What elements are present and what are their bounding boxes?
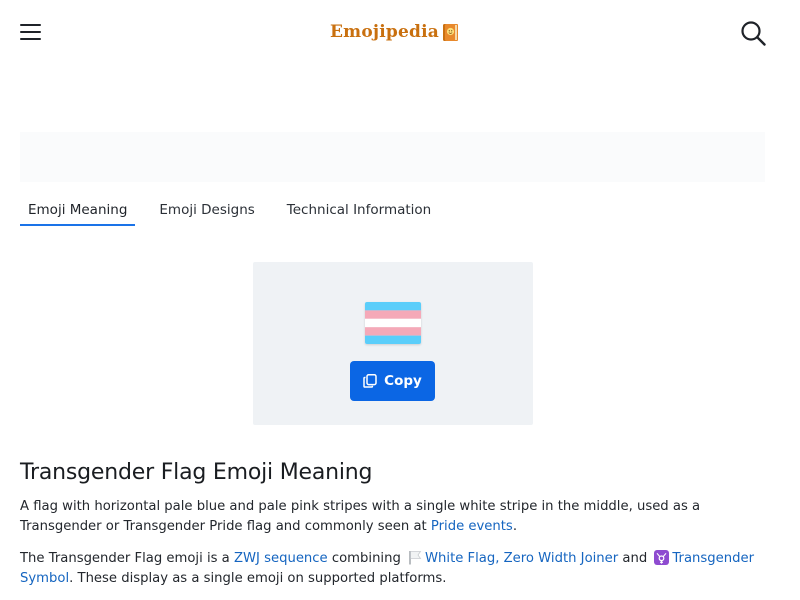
ad-banner: [20, 132, 765, 182]
tab-emoji-designs[interactable]: Emoji Designs: [151, 196, 262, 226]
zwj-text-3: and: [618, 551, 652, 566]
white-flag-icon: [409, 551, 422, 565]
transgender-symbol-icon: [654, 550, 670, 565]
emoji-preview-card: Copy: [253, 262, 533, 425]
site-header: Emojipedia: [0, 0, 800, 64]
search-icon[interactable]: [739, 19, 767, 47]
pride-events-link[interactable]: Pride events: [431, 519, 513, 534]
copy-button-label: Copy: [384, 373, 422, 389]
page-title: Transgender Flag Emoji Meaning: [20, 460, 373, 485]
tab-technical-information[interactable]: Technical Information: [279, 196, 439, 226]
meaning-text-end: .: [512, 519, 518, 534]
copy-button[interactable]: Copy: [350, 361, 435, 401]
zwj-paragraph: The Transgender Flag emoji is a ZWJ sequ…: [20, 549, 780, 589]
transgender-flag-emoji: [365, 302, 421, 344]
meaning-text: A flag with horizontal pale blue and pal…: [20, 499, 701, 534]
meaning-paragraph: A flag with horizontal pale blue and pal…: [20, 497, 780, 537]
book-icon: [442, 23, 458, 41]
zwj-text-2: combining: [327, 551, 406, 566]
logo-text: Emojipedia: [330, 22, 439, 42]
zwj-text-4: . These display as a single emoji on sup…: [69, 571, 447, 586]
emoji-tabs: Emoji Meaning Emoji Designs Technical In…: [20, 196, 455, 228]
zwj-sequence-link[interactable]: ZWJ sequence: [234, 551, 328, 566]
copy-icon: [363, 374, 377, 388]
white-flag-zwj-link[interactable]: White Flag, Zero Width Joiner: [425, 551, 618, 566]
hamburger-menu-icon[interactable]: [19, 21, 43, 43]
site-logo[interactable]: Emojipedia: [330, 20, 459, 44]
tab-emoji-meaning[interactable]: Emoji Meaning: [20, 196, 136, 226]
zwj-text-1: The Transgender Flag emoji is a: [20, 551, 234, 566]
